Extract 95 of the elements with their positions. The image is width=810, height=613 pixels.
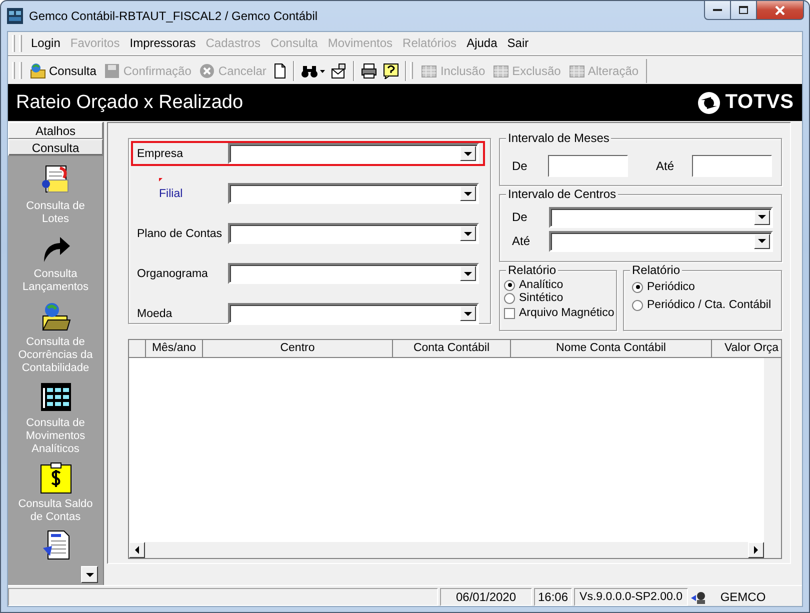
dropdown-arrow-button[interactable] — [460, 306, 476, 321]
menu-item[interactable]: Ajuda — [462, 36, 502, 50]
window-title: Gemco Contábil-RBTAUT_FISCAL2 / Gemco Contábil — [29, 9, 318, 23]
radio-button[interactable] — [504, 280, 515, 290]
caret-icon — [758, 239, 766, 243]
menu-item[interactable]: Login — [26, 36, 66, 50]
field-label: Moeda — [137, 308, 174, 320]
sidebar-tab[interactable]: Atalhos — [8, 122, 103, 139]
dropdown-field[interactable] — [549, 206, 773, 228]
status-version: Vs.9.0.0.0-SP2.00.0 — [574, 588, 688, 606]
table-grid-icon — [40, 381, 72, 413]
caret-icon — [464, 152, 472, 156]
radio-button[interactable] — [632, 282, 643, 292]
caret-icon — [86, 572, 94, 576]
help-icon — [383, 62, 400, 78]
radio-option[interactable]: Analítico — [504, 279, 616, 291]
dropdown-arrow-button[interactable] — [460, 266, 476, 281]
field-label: Até — [512, 234, 532, 248]
dropdown-field[interactable] — [228, 183, 479, 204]
menu-item[interactable]: Impressoras — [124, 36, 201, 50]
dropdown-field[interactable] — [228, 263, 479, 284]
dollar-clipboard-icon — [40, 462, 72, 494]
input-field[interactable] — [692, 155, 772, 177]
checkbox-option[interactable]: Arquivo Magnético — [504, 307, 616, 319]
scroll-right-button[interactable] — [748, 542, 764, 558]
maximize-icon — [739, 6, 748, 14]
group-title: Intervalo de Meses — [506, 131, 612, 145]
radio-option[interactable]: Periódico — [632, 281, 781, 293]
toolbar-button[interactable]: Consulta — [26, 60, 100, 80]
document-icon — [42, 530, 70, 560]
scroll-down-button[interactable] — [81, 566, 98, 583]
column-header[interactable]: Valor Orça — [712, 340, 781, 357]
input-field[interactable] — [548, 155, 628, 177]
maximize-button[interactable] — [731, 0, 757, 20]
app-icon — [7, 8, 23, 24]
caret-icon — [135, 546, 139, 554]
close-button[interactable] — [757, 0, 804, 20]
logo-mark-icon — [697, 90, 722, 114]
dropdown-field[interactable] — [549, 230, 773, 252]
vertical-scrollbar[interactable] — [764, 358, 781, 542]
group-title: Intervalo de Centros — [506, 187, 618, 201]
dropdown-field[interactable] — [228, 303, 479, 324]
group-title: Relatório — [506, 263, 558, 277]
required-marker-icon — [159, 178, 163, 182]
scroll-left-button[interactable] — [129, 542, 145, 558]
dropdown-field[interactable] — [228, 223, 479, 244]
radio-button[interactable] — [504, 292, 515, 304]
radio-option[interactable]: Periódico / Cta. Contábil — [632, 299, 781, 311]
caret-icon — [464, 232, 472, 236]
sidebar-tab[interactable]: Consulta — [8, 139, 103, 156]
minimize-button[interactable] — [704, 0, 731, 20]
column-header[interactable]: Centro — [203, 340, 393, 357]
column-header[interactable]: Conta Contábil — [393, 340, 511, 357]
plus-grid-icon — [421, 62, 438, 78]
page-title: Rateio Orçado x Realizado — [16, 92, 244, 114]
cancel-icon — [199, 62, 216, 78]
minus-grid-icon — [493, 62, 510, 78]
field-label: Plano de Contas — [137, 228, 224, 240]
horizontal-scrollbar[interactable] — [129, 542, 781, 558]
logo-text: TOTVS — [725, 91, 794, 114]
caret-icon — [758, 215, 766, 219]
status-user: GEMCO — [719, 588, 767, 606]
dropdown-arrow-button[interactable] — [460, 146, 476, 161]
field-label: Filial — [137, 188, 228, 200]
dropdown-arrow-button[interactable] — [460, 186, 476, 201]
menu-item[interactable]: Sair — [502, 36, 534, 50]
globe-folder-icon — [40, 300, 72, 332]
column-header[interactable]: Mês/ano — [146, 340, 203, 357]
dropdown-field[interactable] — [228, 143, 479, 164]
caret-icon — [464, 312, 472, 316]
field-label: Até — [656, 159, 676, 173]
checkbox[interactable] — [504, 308, 515, 318]
minimize-icon — [713, 8, 722, 12]
document-icon — [273, 62, 288, 78]
printer-icon — [361, 62, 378, 78]
caret-icon — [464, 192, 472, 196]
caret-icon — [754, 546, 758, 554]
field-label: De — [512, 159, 528, 173]
radio-option[interactable]: Sintético — [504, 292, 616, 304]
dropdown-arrow-button[interactable] — [460, 226, 476, 241]
field-label: Empresa — [137, 148, 184, 160]
group-title: Relatório — [630, 263, 682, 277]
dropdown-arrow-button[interactable] — [754, 234, 770, 248]
field-label: Organograma — [137, 268, 209, 280]
status-date: 06/01/2020 — [440, 588, 532, 606]
pencil-grid-icon — [568, 62, 585, 78]
radio-button[interactable] — [632, 300, 643, 310]
envelope-icon — [331, 62, 348, 78]
close-icon — [775, 6, 785, 14]
dropdown-arrow-button[interactable] — [754, 210, 770, 224]
field-label: De — [512, 210, 528, 224]
globe-folder-icon — [30, 62, 46, 78]
caret-icon — [464, 272, 472, 276]
column-header[interactable]: Nome Conta Contábil — [511, 340, 712, 357]
status-time: 16:06 — [534, 588, 572, 606]
